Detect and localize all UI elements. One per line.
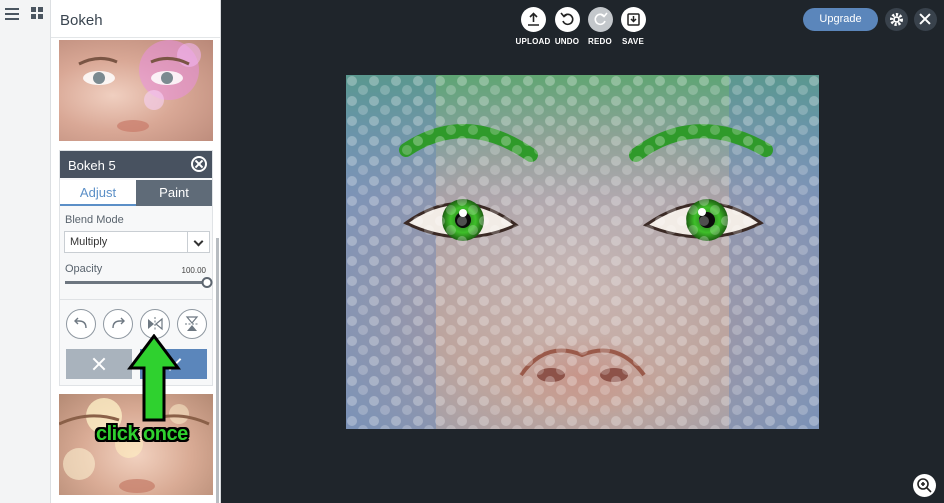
rotate-right-icon	[112, 317, 125, 329]
rotate-left-button[interactable]	[66, 309, 96, 339]
chevron-down-icon[interactable]	[187, 232, 209, 252]
settings-button[interactable]	[885, 8, 908, 31]
annotation-arrow	[127, 334, 181, 422]
panel-scrollbar[interactable]	[216, 238, 219, 503]
left-rail	[0, 0, 51, 503]
card-divider	[60, 299, 212, 300]
zoom-in-icon	[917, 478, 932, 493]
rotate-left-icon	[74, 317, 87, 329]
zoom-button[interactable]	[913, 474, 936, 497]
panel-divider	[51, 37, 220, 38]
undo-icon	[559, 12, 573, 26]
tab-paint[interactable]: Paint	[136, 180, 212, 206]
flip-vertical-icon	[185, 316, 199, 331]
close-effect-icon[interactable]	[191, 156, 207, 172]
upload-icon	[527, 12, 539, 26]
opacity-label: Opacity	[65, 263, 103, 275]
blend-mode-value: Multiply	[70, 236, 108, 248]
canvas-image[interactable]	[346, 75, 819, 429]
save-button[interactable]: SAVE	[613, 7, 653, 46]
flip-horizontal-icon	[148, 317, 163, 331]
grid-icon[interactable]	[31, 7, 44, 20]
effect-header: Bokeh 5	[60, 151, 212, 178]
blend-mode-label: Blend Mode	[65, 214, 124, 226]
close-icon[interactable]	[914, 8, 937, 31]
upgrade-button[interactable]: Upgrade	[803, 8, 878, 31]
blend-mode-select[interactable]: Multiply	[64, 231, 210, 253]
tab-adjust[interactable]: Adjust	[60, 180, 136, 206]
opacity-value: 100.00	[181, 266, 206, 275]
save-label: SAVE	[622, 37, 644, 46]
opacity-slider-handle[interactable]	[201, 277, 213, 288]
annotation-text: click once	[96, 423, 188, 445]
effect-thumbnail[interactable]	[59, 40, 213, 141]
save-icon	[626, 13, 640, 26]
effect-name: Bokeh 5	[68, 158, 116, 173]
gear-icon	[890, 13, 903, 26]
opacity-slider-fill	[65, 281, 207, 284]
app: Bokeh Bokeh 5 Adjust Paint Blend Mode Mu…	[0, 0, 944, 503]
redo-icon	[594, 12, 608, 26]
panel-title: Bokeh	[60, 12, 103, 29]
cancel-button[interactable]	[66, 349, 132, 379]
opacity-slider[interactable]	[65, 277, 213, 288]
menu-icon[interactable]	[5, 6, 21, 22]
